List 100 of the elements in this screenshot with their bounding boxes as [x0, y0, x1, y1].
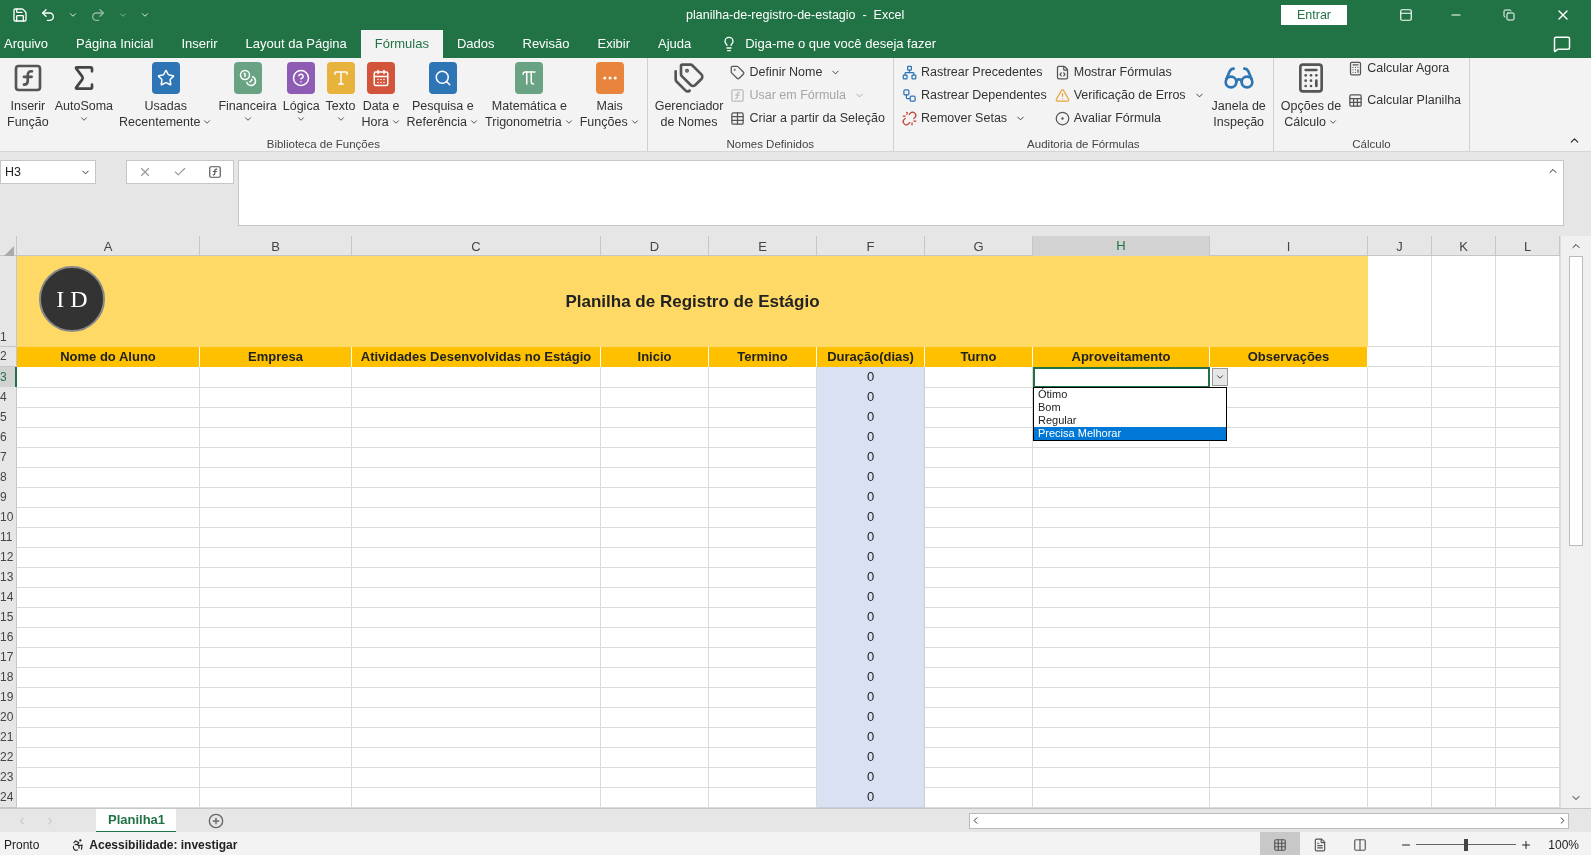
table-cell[interactable]: [1432, 567, 1496, 588]
table-cell[interactable]: [1432, 507, 1496, 528]
menu-tab[interactable]: Inserir: [167, 30, 232, 58]
table-cell[interactable]: [17, 527, 200, 548]
table-cell[interactable]: [1210, 507, 1368, 528]
table-cell[interactable]: [1368, 427, 1432, 448]
table-cell[interactable]: [1033, 747, 1210, 768]
ribbon-button[interactable]: Data e Hora: [358, 58, 404, 136]
table-cell[interactable]: [352, 467, 601, 488]
table-cell[interactable]: [1210, 547, 1368, 568]
table-cell[interactable]: [925, 727, 1033, 748]
row-header[interactable]: 18: [0, 667, 17, 688]
add-sheet-icon[interactable]: [208, 812, 224, 829]
table-cell[interactable]: [1432, 787, 1496, 808]
table-cell[interactable]: [601, 587, 709, 608]
table-cell[interactable]: [1033, 647, 1210, 668]
table-cell[interactable]: [601, 407, 709, 428]
table-cell[interactable]: [601, 447, 709, 468]
table-cell[interactable]: [200, 607, 352, 628]
ribbon-button[interactable]: Avaliar Fórmula: [1054, 108, 1205, 128]
table-cell[interactable]: [1432, 687, 1496, 708]
customize-icon[interactable]: [140, 10, 150, 20]
vertical-scrollbar[interactable]: [1560, 236, 1591, 808]
column-header[interactable]: J: [1368, 236, 1432, 258]
table-cell[interactable]: [352, 567, 601, 588]
table-cell[interactable]: [200, 767, 352, 788]
table-cell[interactable]: [17, 687, 200, 708]
table-cell[interactable]: [1210, 707, 1368, 728]
table-cell[interactable]: [200, 427, 352, 448]
table-cell[interactable]: [601, 507, 709, 528]
table-cell[interactable]: [1033, 547, 1210, 568]
table-cell[interactable]: [601, 667, 709, 688]
column-header[interactable]: K: [1432, 236, 1496, 258]
table-cell[interactable]: [925, 587, 1033, 608]
table-cell[interactable]: [200, 507, 352, 528]
table-cell[interactable]: [1210, 767, 1368, 788]
table-cell[interactable]: [200, 567, 352, 588]
enter-icon[interactable]: [173, 165, 187, 179]
table-cell[interactable]: [17, 567, 200, 588]
table-cell[interactable]: [1368, 347, 1432, 367]
table-cell[interactable]: [1033, 727, 1210, 748]
row-header[interactable]: 7: [0, 447, 17, 468]
row-header[interactable]: 6: [0, 427, 17, 448]
table-cell[interactable]: [1368, 727, 1432, 748]
dropdown-option[interactable]: Regular: [1034, 414, 1226, 427]
table-cell[interactable]: [1368, 367, 1432, 388]
table-cell[interactable]: [352, 427, 601, 448]
formula-input[interactable]: [238, 160, 1564, 226]
table-cell[interactable]: [17, 367, 200, 388]
table-cell[interactable]: [601, 387, 709, 408]
table-cell[interactable]: [17, 547, 200, 568]
table-cell[interactable]: [1368, 787, 1432, 808]
table-cell[interactable]: [925, 667, 1033, 688]
table-cell[interactable]: [1033, 567, 1210, 588]
name-box[interactable]: H3: [0, 160, 96, 184]
table-cell[interactable]: [1210, 567, 1368, 588]
dropdown-button[interactable]: [1212, 368, 1228, 386]
ribbon-button[interactable]: Opções de Cálculo: [1277, 58, 1345, 136]
table-cell[interactable]: [1368, 627, 1432, 648]
row-header[interactable]: 12: [0, 547, 17, 568]
table-cell[interactable]: [200, 467, 352, 488]
table-cell[interactable]: [17, 487, 200, 508]
table-cell[interactable]: [1432, 607, 1496, 628]
table-cell[interactable]: [1368, 647, 1432, 668]
column-header[interactable]: H: [1033, 236, 1210, 258]
row-header[interactable]: 14: [0, 587, 17, 608]
table-cell[interactable]: [352, 707, 601, 728]
menu-tab[interactable]: Dados: [442, 30, 509, 58]
row-header[interactable]: 1: [0, 256, 17, 347]
ribbon-button[interactable]: Financeira: [215, 58, 280, 136]
table-cell[interactable]: [1368, 607, 1432, 628]
table-cell[interactable]: [601, 787, 709, 808]
menu-tab[interactable]: Exibir: [583, 30, 644, 58]
table-cell[interactable]: [352, 367, 601, 388]
table-cell[interactable]: [352, 747, 601, 768]
table-cell[interactable]: [601, 707, 709, 728]
table-cell[interactable]: [352, 487, 601, 508]
table-cell[interactable]: [601, 767, 709, 788]
caret-icon[interactable]: [68, 10, 78, 20]
table-cell[interactable]: [1432, 407, 1496, 428]
row-header[interactable]: 4: [0, 387, 17, 408]
ribbon-button[interactable]: Matemática e Trigonometria: [482, 58, 577, 136]
table-cell[interactable]: [1432, 347, 1496, 367]
tell-me-field[interactable]: Diga-me o que você deseja fazer: [745, 34, 936, 54]
row-header[interactable]: 19: [0, 687, 17, 708]
table-cell[interactable]: [17, 647, 200, 668]
table-cell[interactable]: [352, 647, 601, 668]
table-cell[interactable]: [1210, 667, 1368, 688]
row-header[interactable]: 23: [0, 767, 17, 788]
table-cell[interactable]: [200, 387, 352, 408]
table-cell[interactable]: [352, 627, 601, 648]
row-header[interactable]: 5: [0, 407, 17, 428]
table-cell[interactable]: [17, 607, 200, 628]
accessibility-icon[interactable]: [71, 837, 86, 852]
table-cell[interactable]: [352, 727, 601, 748]
menu-tab[interactable]: Fórmulas: [360, 30, 443, 58]
row-header[interactable]: 17: [0, 647, 17, 668]
row-header[interactable]: 8: [0, 467, 17, 488]
table-cell[interactable]: [1368, 256, 1432, 347]
accessibility-status[interactable]: Acessibilidade: investigar: [89, 835, 238, 854]
